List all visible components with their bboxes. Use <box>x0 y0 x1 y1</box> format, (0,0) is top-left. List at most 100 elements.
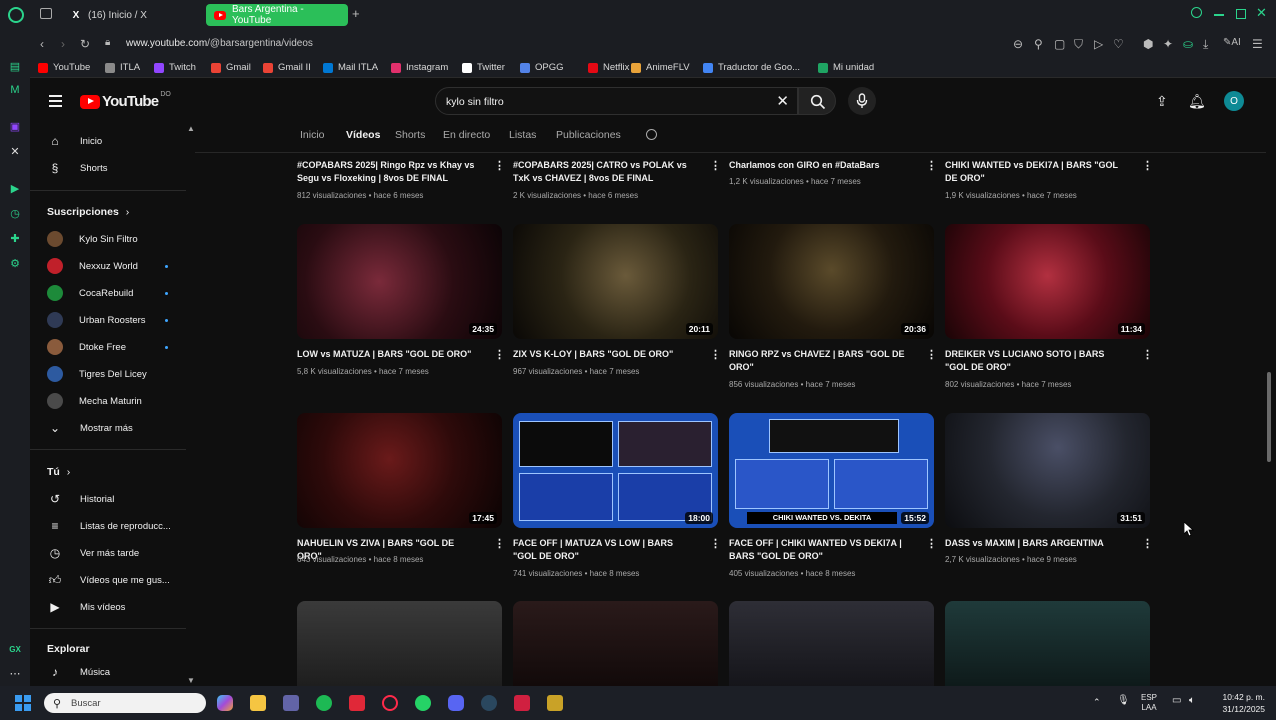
video-thumbnail[interactable]: CHIKI WANTED VS. DEKITA 15:52 <box>729 413 934 528</box>
video-menu-icon[interactable]: ⋮ <box>710 159 721 172</box>
sidebar-item-subscription[interactable]: Nexxuz World <box>30 255 188 277</box>
bookmark-gmail[interactable]: Gmail <box>211 62 251 73</box>
taskbar-clock[interactable]: 10:42 p. m. 31/12/2025 <box>1213 691 1265 715</box>
tab-shorts[interactable]: Shorts <box>395 129 425 141</box>
sidebar-item-inicio[interactable]: ⌂ Inicio <box>30 130 188 152</box>
video-thumbnail[interactable] <box>513 601 718 686</box>
new-tab-button[interactable]: + <box>352 6 360 21</box>
video-title[interactable]: Charlamos con GIRO en #DataBars <box>729 159 911 172</box>
video-title[interactable]: LOW vs MATUZA | BARS "GOL DE ORO" <box>297 348 479 361</box>
video-title[interactable]: ZIX VS K-LOY | BARS "GOL DE ORO" <box>513 348 695 361</box>
sidebar-item-shorts[interactable]: § Shorts <box>30 157 188 179</box>
video-title[interactable]: #COPABARS 2025| Ringo Rpz vs Khay vs Seg… <box>297 159 479 185</box>
url-field[interactable]: www.youtube.com/@barsargentina/videos <box>126 38 313 49</box>
tab-twitter[interactable]: X (16) Inicio / X <box>62 4 202 26</box>
bookmark-opgg[interactable]: OPGG <box>520 62 564 73</box>
video-menu-icon[interactable]: ⋮ <box>494 537 505 550</box>
x-icon[interactable]: ✕ <box>8 144 22 158</box>
tab-videos[interactable]: Vídeos <box>346 129 380 141</box>
gx-control-icon[interactable]: ▤ <box>8 59 22 73</box>
extension-icon[interactable]: ⬢ <box>1143 37 1153 51</box>
app-icon[interactable] <box>349 695 365 711</box>
bookmark-youtube[interactable]: YouTube <box>38 62 90 73</box>
video-title[interactable]: CHIKI WANTED vs DEKI7A | BARS "GOL DE OR… <box>945 159 1127 185</box>
twitch-icon[interactable]: ▣ <box>8 119 22 133</box>
bookmark-twitch[interactable]: Twitch <box>154 62 196 73</box>
minimize-button[interactable] <box>1214 14 1224 16</box>
bookmark-translate[interactable]: Traductor de Goo... <box>703 62 800 73</box>
video-title[interactable]: RINGO RPZ vs CHAVEZ | BARS "GOL DE ORO" <box>729 348 911 374</box>
sidebar-item-historial[interactable]: ↺ Historial <box>30 488 188 510</box>
settings-icon[interactable]: ⚙ <box>8 256 22 270</box>
clear-search-icon[interactable]: ✕ <box>776 92 789 110</box>
tab-inicio[interactable]: Inicio <box>300 129 325 141</box>
sidebar-item-music[interactable]: ♪ Música <box>30 661 188 683</box>
maximize-button[interactable] <box>1236 9 1246 19</box>
video-thumbnail[interactable]: 11:34 <box>945 224 1150 339</box>
video-menu-icon[interactable]: ⋮ <box>926 537 937 550</box>
sidebar-item-my-videos[interactable]: ▶ Mis vídeos <box>30 596 188 618</box>
snapshot-icon[interactable]: ▢ <box>1054 37 1065 51</box>
bookmark-twitter[interactable]: Twitter <box>462 62 505 73</box>
close-window-button[interactable]: ✕ <box>1256 5 1267 21</box>
subscriptions-heading[interactable]: Suscripciones › <box>47 206 129 218</box>
video-title[interactable]: FACE OFF | CHIKI WANTED VS DEKI7A | BARS… <box>729 537 911 563</box>
search-button[interactable] <box>798 87 836 115</box>
bookmark-instagram[interactable]: Instagram <box>391 62 448 73</box>
video-menu-icon[interactable]: ⋮ <box>1142 348 1153 361</box>
ai-icon[interactable]: ✎AI <box>1223 37 1241 48</box>
bookmark-animeflv[interactable]: AnimeFLV <box>631 62 690 73</box>
video-menu-icon[interactable]: ⋮ <box>926 159 937 172</box>
video-thumbnail[interactable]: 24:35 <box>297 224 502 339</box>
notifications-bell-icon[interactable]: 🔔︎ <box>1188 93 1206 110</box>
bookmark-itla[interactable]: ITLA <box>105 62 140 73</box>
sidebar-show-more[interactable]: ⌄ Mostrar más <box>30 417 188 439</box>
workspace-icon[interactable] <box>40 8 52 19</box>
sidebar-item-subscription[interactable]: Dtoke Free <box>30 336 188 358</box>
bookmark-gmail-ii[interactable]: Gmail II <box>263 62 311 73</box>
video-title[interactable]: DREIKER VS LUCIANO SOTO | BARS "GOL DE O… <box>945 348 1127 374</box>
video-thumbnail[interactable] <box>297 601 502 686</box>
voice-search-button[interactable] <box>848 87 876 115</box>
you-heading[interactable]: Tú › <box>47 466 70 478</box>
steam-icon[interactable] <box>481 695 497 711</box>
history-icon[interactable]: ◷ <box>8 206 22 220</box>
video-title[interactable]: #COPABARS 2025| CATRO vs POLAK vs TxK vs… <box>513 159 695 185</box>
video-thumbnail[interactable] <box>729 601 934 686</box>
tab-en-directo[interactable]: En directo <box>443 129 490 141</box>
sidebar-item-subscription[interactable]: Mecha Maturin <box>30 390 188 412</box>
language-indicator[interactable]: ESP LAA <box>1141 693 1157 713</box>
opera-gx-logo-icon[interactable] <box>8 7 24 23</box>
video-menu-icon[interactable]: ⋮ <box>710 348 721 361</box>
shield-icon[interactable]: ⛉ <box>1074 37 1083 52</box>
pin-icon[interactable]: ⚲ <box>1034 37 1043 51</box>
more-icon[interactable]: ⋯ <box>8 666 22 680</box>
player-icon[interactable]: ▶ <box>8 181 22 195</box>
windows-start-icon[interactable] <box>15 695 31 711</box>
teams-icon[interactable] <box>283 695 299 711</box>
gx-corner-icon[interactable]: M <box>8 83 22 97</box>
video-thumbnail[interactable]: 20:36 <box>729 224 934 339</box>
video-menu-icon[interactable]: ⋮ <box>1142 159 1153 172</box>
spotify-icon[interactable] <box>316 695 332 711</box>
video-menu-icon[interactable]: ⋮ <box>710 537 721 550</box>
page-scrollbar[interactable] <box>1267 372 1271 462</box>
extensions-icon[interactable]: ✚ <box>8 231 22 245</box>
video-title[interactable]: DASS vs MAXIM | BARS ARGENTINA <box>945 537 1127 550</box>
video-menu-icon[interactable]: ⋮ <box>1142 537 1153 550</box>
download-icon[interactable]: ⤓ <box>1203 37 1208 52</box>
upload-icon[interactable]: ⇪ <box>1156 93 1168 110</box>
video-title[interactable]: FACE OFF | MATUZA VS LOW | BARS "GOL DE … <box>513 537 695 563</box>
microphone-icon[interactable]: 🎙︎ <box>1117 696 1130 706</box>
app-icon[interactable] <box>547 695 563 711</box>
sidebar-item-watch-later[interactable]: ◷ Ver más tarde <box>30 542 188 564</box>
sidebar-scroll-down-icon[interactable]: ▼ <box>187 676 195 685</box>
video-thumbnail[interactable]: 31:51 <box>945 413 1150 528</box>
forward-icon[interactable]: › <box>61 37 65 51</box>
video-menu-icon[interactable]: ⋮ <box>926 348 937 361</box>
sidebar-item-subscription[interactable]: CocaRebuild <box>30 282 188 304</box>
sidebar-item-subscription[interactable]: Kylo Sin Filtro <box>30 228 188 250</box>
copilot-icon[interactable] <box>217 695 233 711</box>
file-explorer-icon[interactable] <box>250 695 266 711</box>
tray-expand-icon[interactable]: ⌃ <box>1093 697 1101 707</box>
